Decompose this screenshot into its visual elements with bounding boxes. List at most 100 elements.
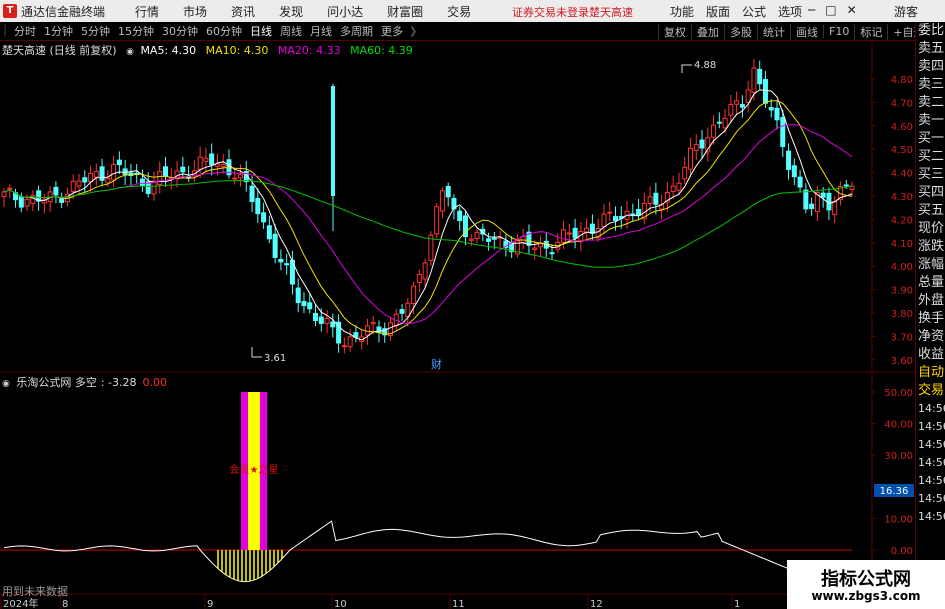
maximize-icon[interactable]: □ <box>825 3 836 17</box>
candle-body <box>99 166 105 181</box>
candle-body <box>693 144 699 151</box>
price-axis-label: 3.60 <box>891 356 913 367</box>
side-panel-item: 涨跌 <box>918 239 945 254</box>
period-button[interactable]: 日线 <box>246 23 276 39</box>
right-menu-item[interactable]: 公式 <box>736 3 772 20</box>
candle-body <box>589 223 595 234</box>
side-panel-item: 外盘 <box>918 293 945 308</box>
candle-body <box>826 192 832 211</box>
period-button[interactable]: 月线 <box>306 23 336 39</box>
time-axis-label: 8 <box>62 599 68 609</box>
indicator-value: : -3.28 <box>100 376 137 389</box>
indicator-settings-icon-2[interactable]: ◉ <box>2 379 10 389</box>
close-icon[interactable]: ✕ <box>847 3 857 17</box>
kline-chart[interactable]: 4.80 4.70 4.60 4.50 4.40 4.30 4.20 4.10 4.00 3.90… <box>0 41 915 609</box>
candle-body <box>7 187 13 190</box>
period-button[interactable]: 30分钟 <box>158 23 202 39</box>
time-axis-label: 9 <box>207 599 213 609</box>
side-panel-item: 卖二 <box>918 95 945 110</box>
candle-body <box>445 185 451 198</box>
period-button[interactable]: 多周期 <box>336 23 377 39</box>
ma60-line <box>3 180 853 268</box>
toolbar-button[interactable]: 复权 <box>658 23 691 40</box>
candle-body <box>180 166 186 173</box>
period-button[interactable]: 周线 <box>276 23 306 39</box>
toolbar-button[interactable]: F10 <box>823 25 854 38</box>
more-chevron-icon[interactable]: ❯ <box>407 26 419 37</box>
side-panel-item: 卖四 <box>918 59 945 74</box>
candle-body <box>457 210 463 222</box>
period-button[interactable]: 1分钟 <box>40 23 77 39</box>
candle-body <box>768 107 774 111</box>
guest-account[interactable]: 游客 <box>894 3 918 20</box>
tick-time: 14:56 <box>918 420 945 433</box>
indicator-axis-label: 0.00 <box>891 546 913 557</box>
candle-body <box>399 309 405 314</box>
ma10-line <box>3 100 853 335</box>
toolbar-button[interactable]: 画线 <box>790 23 823 40</box>
current-stock-link[interactable]: 楚天高速 <box>589 4 633 20</box>
indicator-value-2: 0.00 <box>142 376 168 389</box>
ma20-line <box>3 124 853 325</box>
toolbar-grip-icon: │ <box>2 25 9 37</box>
candle-body <box>214 163 220 167</box>
candle-body <box>301 301 307 307</box>
side-panel-item[interactable]: 自动 <box>916 364 945 382</box>
candle-body <box>549 252 555 255</box>
right-menu-item[interactable]: 功能 <box>664 3 700 20</box>
candle-body <box>699 139 705 149</box>
candle-body <box>284 263 290 266</box>
candle-body <box>820 192 826 198</box>
price-axis-label: 4.10 <box>891 239 913 250</box>
low-price-label: 3.61 <box>264 353 286 364</box>
menu-item[interactable]: 财富圈 <box>375 3 435 20</box>
candle-body <box>774 107 780 121</box>
candle-body <box>266 225 272 240</box>
toolbar-button[interactable]: 统计 <box>757 23 790 40</box>
candle-body <box>313 312 319 321</box>
period-button[interactable]: 60分钟 <box>202 23 246 39</box>
menu-item[interactable]: 行情 <box>123 3 171 20</box>
minimize-icon[interactable]: ─ <box>808 3 815 17</box>
period-button[interactable]: 5分钟 <box>77 23 114 39</box>
candle-body <box>341 345 347 348</box>
toolbar-button[interactable]: 多股 <box>724 23 757 40</box>
right-menu-item[interactable]: 选项 <box>772 3 808 20</box>
right-menu-item[interactable]: 版面 <box>700 3 736 20</box>
candle-body <box>272 233 278 258</box>
time-axis-label: 1 <box>734 599 740 609</box>
candle-body <box>318 316 324 324</box>
toolbar-button[interactable]: 叠加 <box>691 23 724 40</box>
indicator-name: 乐淘公式网 多空 <box>16 376 97 389</box>
candle-body <box>636 209 642 216</box>
toolbar-button[interactable]: 标记 <box>854 23 887 40</box>
period-button[interactable]: 更多 <box>377 23 407 39</box>
candle-body <box>734 100 740 105</box>
period-button[interactable]: 分时 <box>10 23 40 39</box>
menu-item[interactable]: 市场 <box>171 3 219 20</box>
window-controls: ─ □ ✕ <box>808 3 857 17</box>
period-button[interactable]: 15分钟 <box>114 23 158 39</box>
candle-body <box>422 262 428 280</box>
menu-item[interactable]: 发现 <box>267 3 315 20</box>
trade-login-warning[interactable]: 证券交易未登录 <box>512 4 589 20</box>
candle-body <box>722 117 728 129</box>
candle-body <box>682 166 688 180</box>
menu-item[interactable]: 资讯 <box>219 3 267 20</box>
candle-body <box>88 172 94 183</box>
candle-body <box>111 163 117 181</box>
menu-item[interactable]: 问小达 <box>315 3 375 20</box>
candle-body <box>93 170 99 178</box>
app-title: 通达信金融终端 <box>21 4 106 19</box>
candle-body <box>745 89 751 104</box>
candle-body <box>757 68 763 85</box>
tick-time: 14:56 <box>918 492 945 505</box>
price-axis-label: 4.20 <box>891 215 913 226</box>
candle-body <box>255 198 261 215</box>
side-panel-item[interactable]: 交易 <box>916 382 945 400</box>
indicator-header: ◉ 乐淘公式网 多空: -3.28 0.00 <box>2 374 167 390</box>
candle-body <box>434 206 440 235</box>
candle-body <box>197 156 203 170</box>
candle-body <box>370 321 376 325</box>
menu-item[interactable]: 交易 <box>435 3 483 20</box>
